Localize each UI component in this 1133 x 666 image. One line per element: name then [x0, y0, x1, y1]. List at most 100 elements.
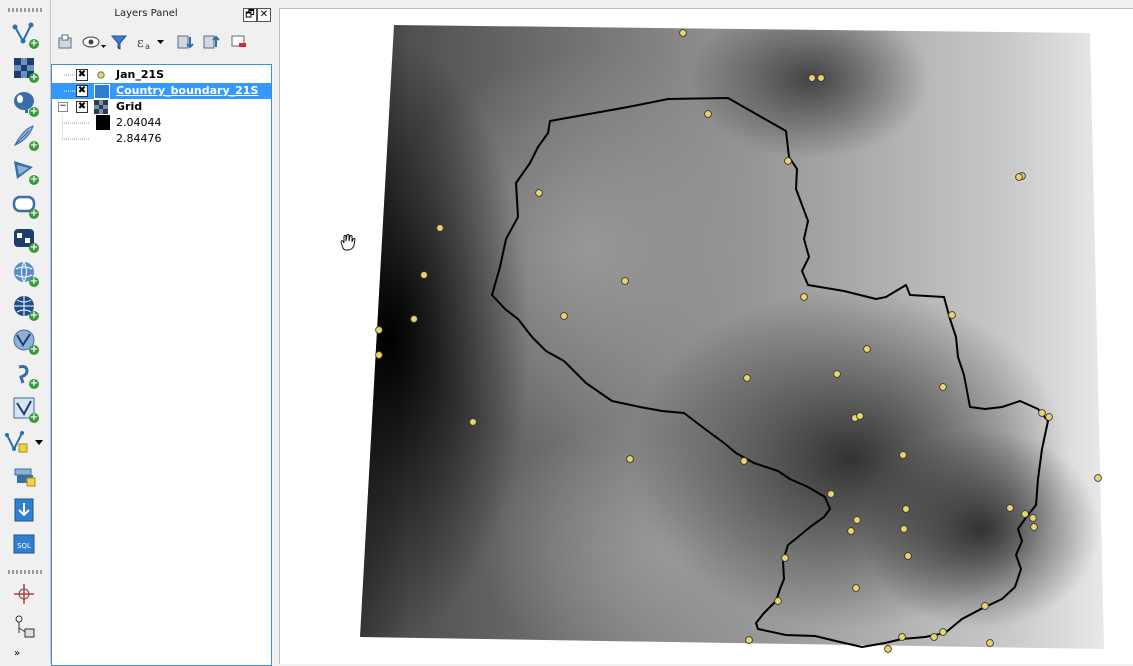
grid-raster [360, 25, 1104, 649]
layer-visibility-checkbox[interactable]: ✖ [76, 101, 88, 113]
station-point [800, 293, 808, 301]
station-point [784, 157, 792, 165]
station-point [986, 639, 994, 647]
legend-color-swatch [96, 115, 110, 130]
polygon-symbol-icon [94, 84, 110, 99]
station-point [981, 602, 989, 610]
station-point [847, 527, 855, 535]
layer-tree[interactable]: ✖ Jan_21S ✖ Country_boundary_21S − ✖ Gri… [51, 64, 272, 666]
station-point [817, 74, 825, 82]
station-point [774, 597, 782, 605]
layers-panel-toolbar: εa [51, 28, 273, 56]
db-manager-icon[interactable]: SQL [10, 530, 38, 558]
station-point [902, 505, 910, 513]
station-point [410, 315, 418, 323]
layer-visibility-checkbox[interactable]: ✖ [76, 85, 88, 97]
add-virtual-layer-icon[interactable]: + [10, 394, 39, 423]
filter-legend-icon[interactable] [109, 32, 129, 52]
add-db2-layer-icon[interactable]: + [10, 224, 39, 253]
add-raster-layer-icon[interactable]: + [10, 54, 39, 83]
station-point [679, 29, 687, 37]
layer-row-jan-21s[interactable]: ✖ Jan_21S [52, 67, 271, 83]
map-render [360, 25, 1104, 653]
legend-label: 2.84476 [116, 132, 162, 145]
add-wms-layer-icon[interactable]: + [10, 258, 39, 287]
collapse-all-icon[interactable] [201, 32, 221, 52]
map-canvas[interactable] [279, 8, 1133, 664]
add-spatialite-layer-icon[interactable]: + [10, 122, 39, 151]
station-point [863, 345, 871, 353]
layer-row-country-boundary-21s[interactable]: ✖ Country_boundary_21S [52, 83, 271, 99]
station-point [1015, 173, 1023, 181]
point-symbol-icon [97, 71, 105, 79]
station-point [899, 451, 907, 459]
station-point [898, 633, 906, 641]
raster-symbol-icon [94, 100, 108, 114]
pan-cursor-icon [340, 234, 356, 251]
station-point [781, 554, 789, 562]
station-point [469, 418, 477, 426]
station-point [1021, 510, 1029, 518]
layer-name: Grid [116, 100, 143, 113]
svg-text:a: a [145, 42, 150, 51]
new-geopackage-icon[interactable] [10, 496, 38, 524]
station-point [904, 552, 912, 560]
svg-text:ε: ε [137, 36, 144, 51]
new-shapefile-layer-icon[interactable] [4, 428, 44, 456]
filter-by-expression-icon[interactable]: εa [135, 32, 165, 52]
add-oracle-layer-icon[interactable]: + [10, 190, 39, 219]
add-vector-layer-icon[interactable]: + [10, 20, 39, 49]
station-point [930, 633, 938, 641]
station-point [740, 457, 748, 465]
layer-row-grid[interactable]: − ✖ Grid [52, 99, 271, 115]
station-point [626, 455, 634, 463]
collapse-toggle-icon[interactable]: − [58, 102, 68, 112]
station-point [852, 584, 860, 592]
toolbar-overflow-chevron-icon[interactable]: » [14, 648, 20, 659]
manage-map-themes-icon[interactable] [81, 32, 107, 52]
layer-management-toolbar: + + + + + + + + + + + + SQL » [0, 0, 51, 663]
station-point [535, 189, 543, 197]
station-point [939, 628, 947, 636]
station-point [704, 110, 712, 118]
legend-color-swatch [96, 131, 110, 146]
legend-item: 2.84476 [52, 131, 271, 147]
station-point [743, 374, 751, 382]
station-point [621, 277, 629, 285]
topology-checker-icon[interactable] [10, 612, 38, 640]
station-point [436, 224, 444, 232]
station-point [1038, 409, 1046, 417]
station-point [900, 525, 908, 533]
add-mssql-layer-icon[interactable]: + [10, 156, 39, 185]
expand-all-icon[interactable] [175, 32, 195, 52]
toolbar-grip[interactable] [8, 8, 42, 12]
station-point [827, 490, 835, 498]
station-point [1029, 514, 1037, 522]
station-point [808, 74, 816, 82]
new-spatialite-layer-icon[interactable] [10, 462, 38, 490]
station-point [948, 311, 956, 319]
station-point [375, 326, 383, 334]
panel-title: Layers Panel [114, 8, 178, 19]
add-wcs-layer-icon[interactable]: + [10, 292, 39, 321]
open-layer-styling-icon[interactable] [55, 32, 75, 52]
station-point [375, 351, 383, 359]
station-point [1030, 523, 1038, 531]
legend-label: 2.04044 [116, 116, 162, 129]
remove-layer-icon[interactable] [229, 32, 249, 52]
station-point [1006, 504, 1014, 512]
add-wfs-layer-icon[interactable]: + [10, 326, 39, 355]
georeferencer-icon[interactable] [10, 580, 38, 608]
station-point [560, 312, 568, 320]
layer-name: Country_boundary_21S [116, 84, 259, 97]
layers-panel: Layers Panel 🗗 ✕ εa ✖ Jan_21S ✖ Country_… [51, 0, 273, 666]
panel-title-bar[interactable]: Layers Panel 🗗 ✕ [51, 6, 273, 24]
toolbar-grip[interactable] [8, 570, 42, 574]
layer-name: Jan_21S [116, 68, 165, 81]
legend-item: 2.04044 [52, 115, 271, 131]
layer-visibility-checkbox[interactable]: ✖ [76, 69, 88, 81]
float-panel-button[interactable]: 🗗 [243, 8, 257, 22]
close-panel-button[interactable]: ✕ [257, 8, 271, 22]
add-delimited-text-layer-icon[interactable]: + [10, 360, 39, 389]
add-postgis-layer-icon[interactable]: + [10, 88, 39, 117]
